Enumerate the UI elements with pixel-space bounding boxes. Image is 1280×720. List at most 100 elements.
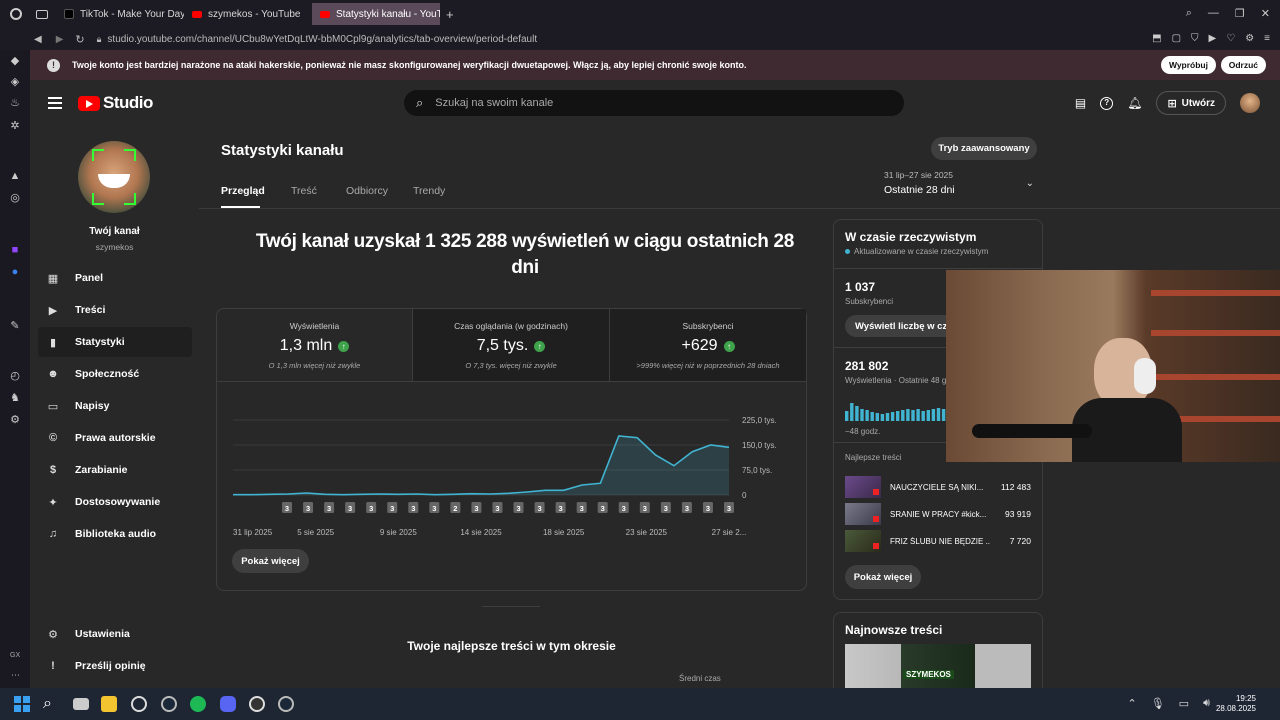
maximize-button[interactable]: ❐ bbox=[1235, 7, 1245, 20]
tabs-divider bbox=[199, 208, 1280, 209]
feedback-icon[interactable]: ▤ bbox=[1075, 96, 1086, 110]
obs-icon[interactable] bbox=[249, 696, 265, 712]
search-tabs-icon[interactable]: ⌕ bbox=[1186, 7, 1192, 20]
tab-audience[interactable]: Odbiorcy bbox=[346, 185, 388, 197]
account-avatar[interactable] bbox=[1240, 93, 1260, 113]
task-view-icon[interactable] bbox=[73, 698, 89, 710]
shield-icon[interactable]: ⛉ bbox=[1191, 33, 1199, 44]
help-icon[interactable]: ? bbox=[1100, 96, 1114, 110]
forward-icon[interactable]: ▶ bbox=[56, 34, 64, 45]
extensions-icon[interactable]: ⚙ bbox=[1245, 33, 1254, 44]
nav-item-customization[interactable]: ✦ Dostosowywanie bbox=[38, 487, 192, 517]
file-explorer-icon[interactable] bbox=[101, 696, 117, 712]
nav-item-audio-library[interactable]: ♫ Biblioteka audio bbox=[38, 519, 192, 549]
latest-video-thumbnail[interactable]: SZYMEKOS bbox=[845, 644, 1031, 688]
metric-subscribers[interactable]: Subskrybenci +629 ↑ >999% więcej niż w po… bbox=[610, 309, 806, 381]
nav-item-earn[interactable]: $ Zarabianie bbox=[38, 455, 192, 485]
top-content-item[interactable]: NAUCZYCIELE SĄ NIKI... 112 483 bbox=[845, 476, 1031, 498]
opera-gx-taskbar-icon[interactable] bbox=[131, 696, 147, 712]
tab-tiktok[interactable]: TikTok - Make Your Day bbox=[56, 3, 184, 25]
minimize-button[interactable]: — bbox=[1208, 7, 1219, 20]
nav-item-panel[interactable]: ▦ Panel bbox=[38, 263, 192, 293]
clock[interactable]: 19:25 28.08.2025 bbox=[1216, 694, 1256, 714]
gx-sidebar-icon[interactable]: ◈ bbox=[9, 76, 21, 88]
search-input[interactable]: ⌕ Szukaj na swoim kanale bbox=[404, 90, 904, 116]
reload-icon[interactable]: ↻ bbox=[75, 33, 84, 46]
new-tab-button[interactable]: + bbox=[446, 7, 454, 22]
spotify-icon[interactable] bbox=[190, 696, 206, 712]
search-icon[interactable]: ⌕ bbox=[43, 696, 59, 712]
nav-item-feedback[interactable]: ! Prześlij opinię bbox=[38, 651, 192, 681]
tab-trends[interactable]: Trendy bbox=[413, 185, 445, 197]
messenger-icon[interactable]: ● bbox=[9, 266, 21, 278]
realtime-bar bbox=[890, 412, 895, 421]
more-icon[interactable]: ⋯ bbox=[11, 670, 20, 681]
tab-label: TikTok - Make Your Day bbox=[80, 8, 184, 20]
metric-views[interactable]: Wyświetlenia 1,3 mln ↑ O 1,3 mln więcej n… bbox=[217, 309, 413, 381]
play-icon[interactable]: ▶ bbox=[1209, 33, 1217, 44]
nav-label: Treści bbox=[75, 304, 106, 316]
network-icon[interactable]: ▭ bbox=[1179, 697, 1189, 710]
tab-overview[interactable]: Przegląd bbox=[221, 185, 265, 197]
gx-sidebar-icon[interactable]: ◎ bbox=[9, 192, 21, 204]
steam-icon[interactable] bbox=[161, 696, 177, 712]
gx-sidebar-icon[interactable]: ♨ bbox=[9, 97, 21, 109]
url-text[interactable]: studio.youtube.com/channel/UCbu8wYetDqLt… bbox=[107, 34, 537, 45]
metric-watch-time[interactable]: Czas oglądania (w godzinach) 7,5 tys. ↑ O… bbox=[413, 309, 610, 381]
tab-youtube[interactable]: szymekos - YouTube bbox=[184, 3, 312, 25]
workspaces-icon[interactable] bbox=[36, 9, 48, 19]
tab-studio-analytics[interactable]: Statystyki kanału - YouTub bbox=[312, 3, 440, 25]
video-marker-label: 3 bbox=[390, 504, 394, 513]
video-marker-label: 3 bbox=[348, 504, 352, 513]
nav-item-analytics[interactable]: ▮ Statystyki bbox=[38, 327, 192, 357]
gx-sidebar-icon[interactable]: ▲ bbox=[9, 170, 21, 182]
realtime-bar bbox=[880, 414, 885, 421]
studio-logo[interactable]: Studio bbox=[78, 93, 153, 113]
snapshot-icon[interactable]: ▢ bbox=[1172, 33, 1181, 44]
gx-sidebar-icon[interactable]: ◆ bbox=[9, 55, 21, 67]
nav-item-content[interactable]: ▶ Treści bbox=[38, 295, 192, 325]
close-window-button[interactable]: ✕ bbox=[1261, 7, 1270, 20]
extension-icon[interactable]: ⬒ bbox=[1152, 33, 1161, 44]
dismiss-button[interactable]: Odrzuć bbox=[1220, 56, 1266, 74]
gx-sidebar-icon[interactable]: ✎ bbox=[9, 320, 21, 332]
nav-item-subtitles[interactable]: ▭ Napisy bbox=[38, 391, 192, 421]
discord-icon[interactable] bbox=[220, 696, 236, 712]
create-button[interactable]: ⊞ Utwórz bbox=[1156, 91, 1226, 115]
gx-sidebar-icon[interactable]: ♞ bbox=[9, 392, 21, 404]
thumbnail-text: SZYMEKOS bbox=[903, 670, 954, 679]
nav-item-settings[interactable]: ⚙ Ustawienia bbox=[38, 619, 192, 649]
back-icon[interactable]: ◀ bbox=[34, 34, 42, 45]
steam-icon[interactable] bbox=[278, 696, 294, 712]
heart-icon[interactable]: ♡ bbox=[1226, 33, 1235, 44]
realtime-show-more-button[interactable]: Pokaż więcej bbox=[845, 565, 921, 589]
tray-chevron-icon[interactable]: ⌃ bbox=[1127, 697, 1136, 710]
top-content-item[interactable]: SRANIE W PRACY #kick... 93 919 bbox=[845, 503, 1031, 525]
menu-icon[interactable]: ≡ bbox=[1264, 33, 1270, 44]
hours-label: −48 godz. bbox=[845, 427, 881, 436]
views-chart[interactable]: 225,0 tys.150,0 tys.75,0 tys.03 3 3 3 3 3 3 3 2 3… bbox=[217, 405, 806, 545]
date-range-selector[interactable]: 31 lip–27 sie 2025 Ostatnie 28 dni ⌄ bbox=[884, 170, 1034, 200]
windows-start-icon[interactable] bbox=[14, 696, 30, 712]
top-content-item[interactable]: FRIZ ŚLUBU NIE BĘDZIE ... 7 720 bbox=[845, 530, 1031, 552]
notifications-bell-icon[interactable]: 🔔︎ bbox=[1127, 96, 1142, 110]
microphone-icon[interactable]: 🎙︎ bbox=[1151, 697, 1165, 710]
channel-avatar[interactable] bbox=[78, 141, 150, 213]
twitch-icon[interactable]: ■ bbox=[9, 244, 21, 256]
try-button[interactable]: Wypróbuj bbox=[1160, 56, 1216, 74]
show-more-button[interactable]: Pokaż więcej bbox=[232, 549, 309, 573]
advanced-mode-button[interactable]: Tryb zaawansowany bbox=[931, 137, 1037, 160]
nav-item-copyright[interactable]: © Prawa autorskie bbox=[38, 423, 192, 453]
volume-icon[interactable]: 🔊︎ bbox=[1203, 697, 1210, 710]
hamburger-menu-icon[interactable] bbox=[48, 97, 62, 109]
history-icon[interactable]: ◴ bbox=[9, 370, 21, 382]
gx-sidebar-icon[interactable]: ✲ bbox=[9, 120, 21, 132]
nav-item-community[interactable]: ☻ Społeczność bbox=[38, 359, 192, 389]
tiktok-icon bbox=[64, 9, 74, 19]
video-marker-label: 3 bbox=[369, 504, 373, 513]
settings-icon[interactable]: ⚙ bbox=[9, 414, 21, 426]
tab-content[interactable]: Treść bbox=[291, 185, 317, 197]
opera-gx-logo-icon[interactable] bbox=[10, 8, 22, 20]
subs-label: Subskrybenci bbox=[845, 297, 894, 306]
realtime-subtitle-text: Aktualizowane w czasie rzeczywistym bbox=[854, 247, 989, 256]
